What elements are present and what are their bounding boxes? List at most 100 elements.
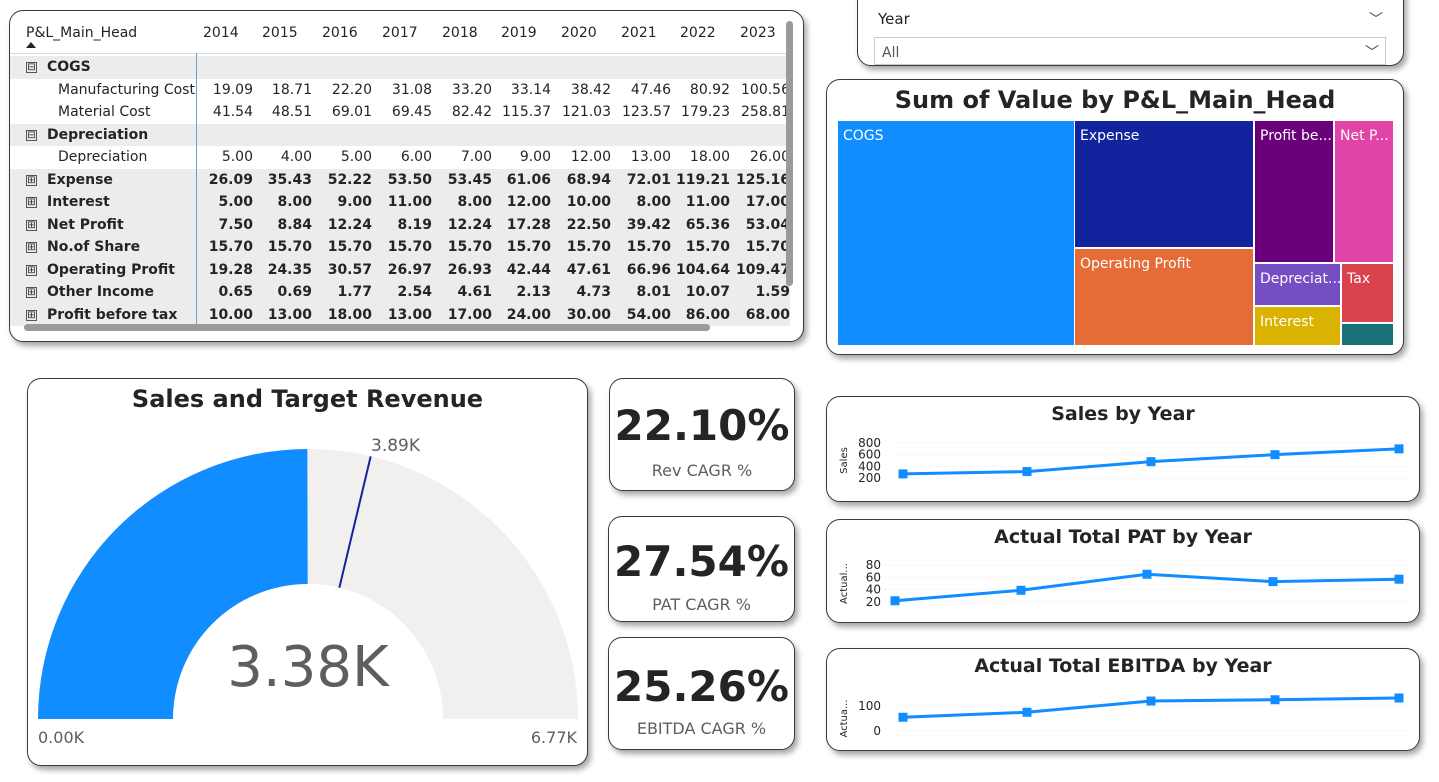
sales-by-year-chart[interactable]: Sales by Year Sales 800 600 400 200: [826, 396, 1420, 502]
treemap-tile-profit-before-tax[interactable]: Profit be...: [1255, 121, 1333, 262]
row-header[interactable]: Profit before tax: [47, 307, 177, 323]
vertical-scrollbar[interactable]: [786, 21, 793, 286]
row-header[interactable]: Net Profit: [47, 217, 124, 233]
matrix-row: ⊞ Profit before tax 10.00 13.00 18.00 13.00 17…: [10, 303, 790, 326]
matrix-cell: 17.00: [447, 306, 492, 323]
data-point[interactable]: [1394, 574, 1404, 584]
year-header[interactable]: 2021: [621, 25, 657, 41]
chevron-down-icon[interactable]: ﹀: [1369, 9, 1383, 29]
data-point[interactable]: [1142, 569, 1152, 579]
sort-ascending-icon[interactable]: [26, 42, 36, 48]
year-header[interactable]: 2020: [561, 25, 597, 41]
matrix-cell: 26.00: [749, 149, 790, 165]
matrix-cell: 10.00: [566, 194, 611, 210]
line-chart-plot: Actual... 80604020: [839, 558, 1409, 609]
year-header[interactable]: 2019: [501, 25, 537, 41]
data-point[interactable]: [1146, 696, 1156, 706]
data-point[interactable]: [1270, 695, 1280, 705]
sales-target-gauge[interactable]: Sales and Target Revenue 3.89K 3.38K 0.0…: [27, 378, 588, 766]
treemap-tile-expense[interactable]: Expense: [1075, 121, 1253, 247]
kpi-card-rev-cagr[interactable]: 22.10% Rev CAGR %: [609, 378, 795, 491]
row-header[interactable]: Operating Profit: [47, 262, 175, 278]
year-header[interactable]: 2022: [680, 25, 716, 41]
matrix-header-label[interactable]: P&L_Main_Head: [26, 25, 137, 41]
year-slicer[interactable]: Year ﹀ All ﹀: [857, 0, 1404, 66]
matrix-cell: 1.59: [755, 284, 790, 300]
kpi-card-ebitda-cagr[interactable]: 25.26% EBITDA CAGR %: [608, 637, 795, 750]
expand-icon[interactable]: ⊞: [26, 219, 37, 231]
data-point[interactable]: [1270, 450, 1280, 460]
y-axis-label: Actua...: [839, 699, 850, 737]
matrix-row: ⊟ Depreciation: [10, 123, 790, 146]
data-point[interactable]: [898, 469, 908, 479]
data-point[interactable]: [1022, 467, 1032, 477]
expand-icon[interactable]: ⊞: [26, 287, 37, 298]
matrix-cell: 69.45: [391, 104, 432, 120]
matrix-cell: 8.01: [636, 284, 671, 300]
treemap-tile-interest[interactable]: Interest: [1255, 307, 1340, 345]
row-header[interactable]: Depreciation: [58, 149, 147, 165]
kpi-card-pat-cagr[interactable]: 27.54% PAT CAGR %: [608, 516, 795, 622]
treemap-tile-operating-profit[interactable]: Operating Profit: [1075, 249, 1253, 345]
year-header[interactable]: 2018: [442, 25, 478, 41]
data-point[interactable]: [1016, 585, 1026, 595]
treemap-chart[interactable]: Sum of Value by P&L_Main_Head COGS Expen…: [826, 79, 1404, 355]
matrix-cell: 47.61: [566, 261, 611, 278]
row-header[interactable]: COGS: [47, 59, 91, 75]
matrix-cell: 2.54: [397, 284, 432, 300]
year-header[interactable]: 2023: [740, 25, 776, 41]
matrix-row: ⊞ Other Income 0.65 0.69 1.77 2.54 4.61 2.13 4.7…: [10, 281, 790, 304]
pl-matrix-table[interactable]: P&L_Main_Head 2014 2015 2016 2017 2018 2…: [9, 10, 804, 342]
ebitda-by-year-chart[interactable]: Actual Total EBITDA by Year Actua... 100 0: [826, 648, 1420, 751]
data-point[interactable]: [890, 596, 900, 606]
matrix-cell: 11.00: [387, 194, 432, 210]
data-point[interactable]: [898, 712, 908, 722]
year-header[interactable]: 2016: [322, 25, 358, 41]
row-header[interactable]: Other Income: [47, 284, 154, 300]
matrix-cell: 19.09: [212, 81, 253, 98]
pat-by-year-chart[interactable]: Actual Total PAT by Year Actual... 80 60 40…: [826, 519, 1420, 623]
treemap-tile-tax[interactable]: Tax: [1342, 264, 1393, 322]
gauge-max-label: 6.77K: [531, 728, 578, 747]
row-header[interactable]: Manufacturing Cost: [58, 82, 195, 98]
year-header[interactable]: 2017: [382, 25, 418, 41]
treemap-tile-net-profit[interactable]: Net P...: [1335, 121, 1393, 262]
horizontal-scrollbar[interactable]: [24, 324, 710, 331]
slicer-dropdown[interactable]: All ﹀: [874, 37, 1386, 65]
treemap-tile-depreciation[interactable]: Depreciat...: [1255, 264, 1340, 305]
data-point[interactable]: [1394, 444, 1404, 454]
expand-icon[interactable]: ⊞: [26, 264, 37, 276]
treemap-tile-other[interactable]: [1342, 324, 1393, 345]
matrix-cell: 8.00: [277, 194, 312, 210]
row-header[interactable]: No.of Share: [47, 239, 140, 255]
year-header[interactable]: 2015: [262, 25, 298, 41]
row-header[interactable]: Expense: [47, 172, 113, 188]
year-header[interactable]: 2014: [203, 25, 239, 41]
row-header[interactable]: Depreciation: [47, 127, 148, 143]
matrix-cell: 26.09: [208, 171, 253, 188]
kpi-label: PAT CAGR %: [652, 595, 751, 614]
data-point[interactable]: [1268, 577, 1278, 587]
matrix-cell: 115.37: [502, 104, 551, 120]
data-point[interactable]: [1146, 457, 1156, 467]
matrix-row: ⊞ Net Profit 7.50 8.84 12.24 8.19 12.24 17.28 22…: [10, 213, 790, 236]
data-point[interactable]: [1394, 693, 1404, 703]
matrix-cell: 12.24: [327, 216, 372, 233]
matrix-cell: 15.70: [506, 239, 551, 255]
chevron-down-icon[interactable]: ﹀: [1365, 42, 1379, 62]
collapse-icon[interactable]: ⊟: [26, 62, 37, 73]
row-header[interactable]: Interest: [47, 194, 110, 210]
matrix-cell: 48.51: [271, 104, 312, 120]
collapse-icon[interactable]: ⊟: [26, 129, 37, 141]
expand-icon[interactable]: ⊞: [26, 242, 37, 253]
matrix-cell: 5.00: [221, 149, 253, 165]
expand-icon[interactable]: ⊞: [26, 174, 37, 186]
matrix-row: ⊞ No.of Share 15.70 15.70 15.70 15.70 15.70 15.…: [10, 236, 790, 259]
treemap-tile-cogs[interactable]: COGS: [838, 121, 1074, 345]
expand-icon[interactable]: ⊞: [26, 309, 37, 321]
expand-icon[interactable]: ⊞: [26, 197, 37, 208]
matrix-cell: 8.84: [277, 216, 312, 233]
row-header[interactable]: Material Cost: [58, 104, 150, 120]
matrix-cell: 41.54: [212, 104, 253, 120]
data-point[interactable]: [1022, 707, 1032, 717]
